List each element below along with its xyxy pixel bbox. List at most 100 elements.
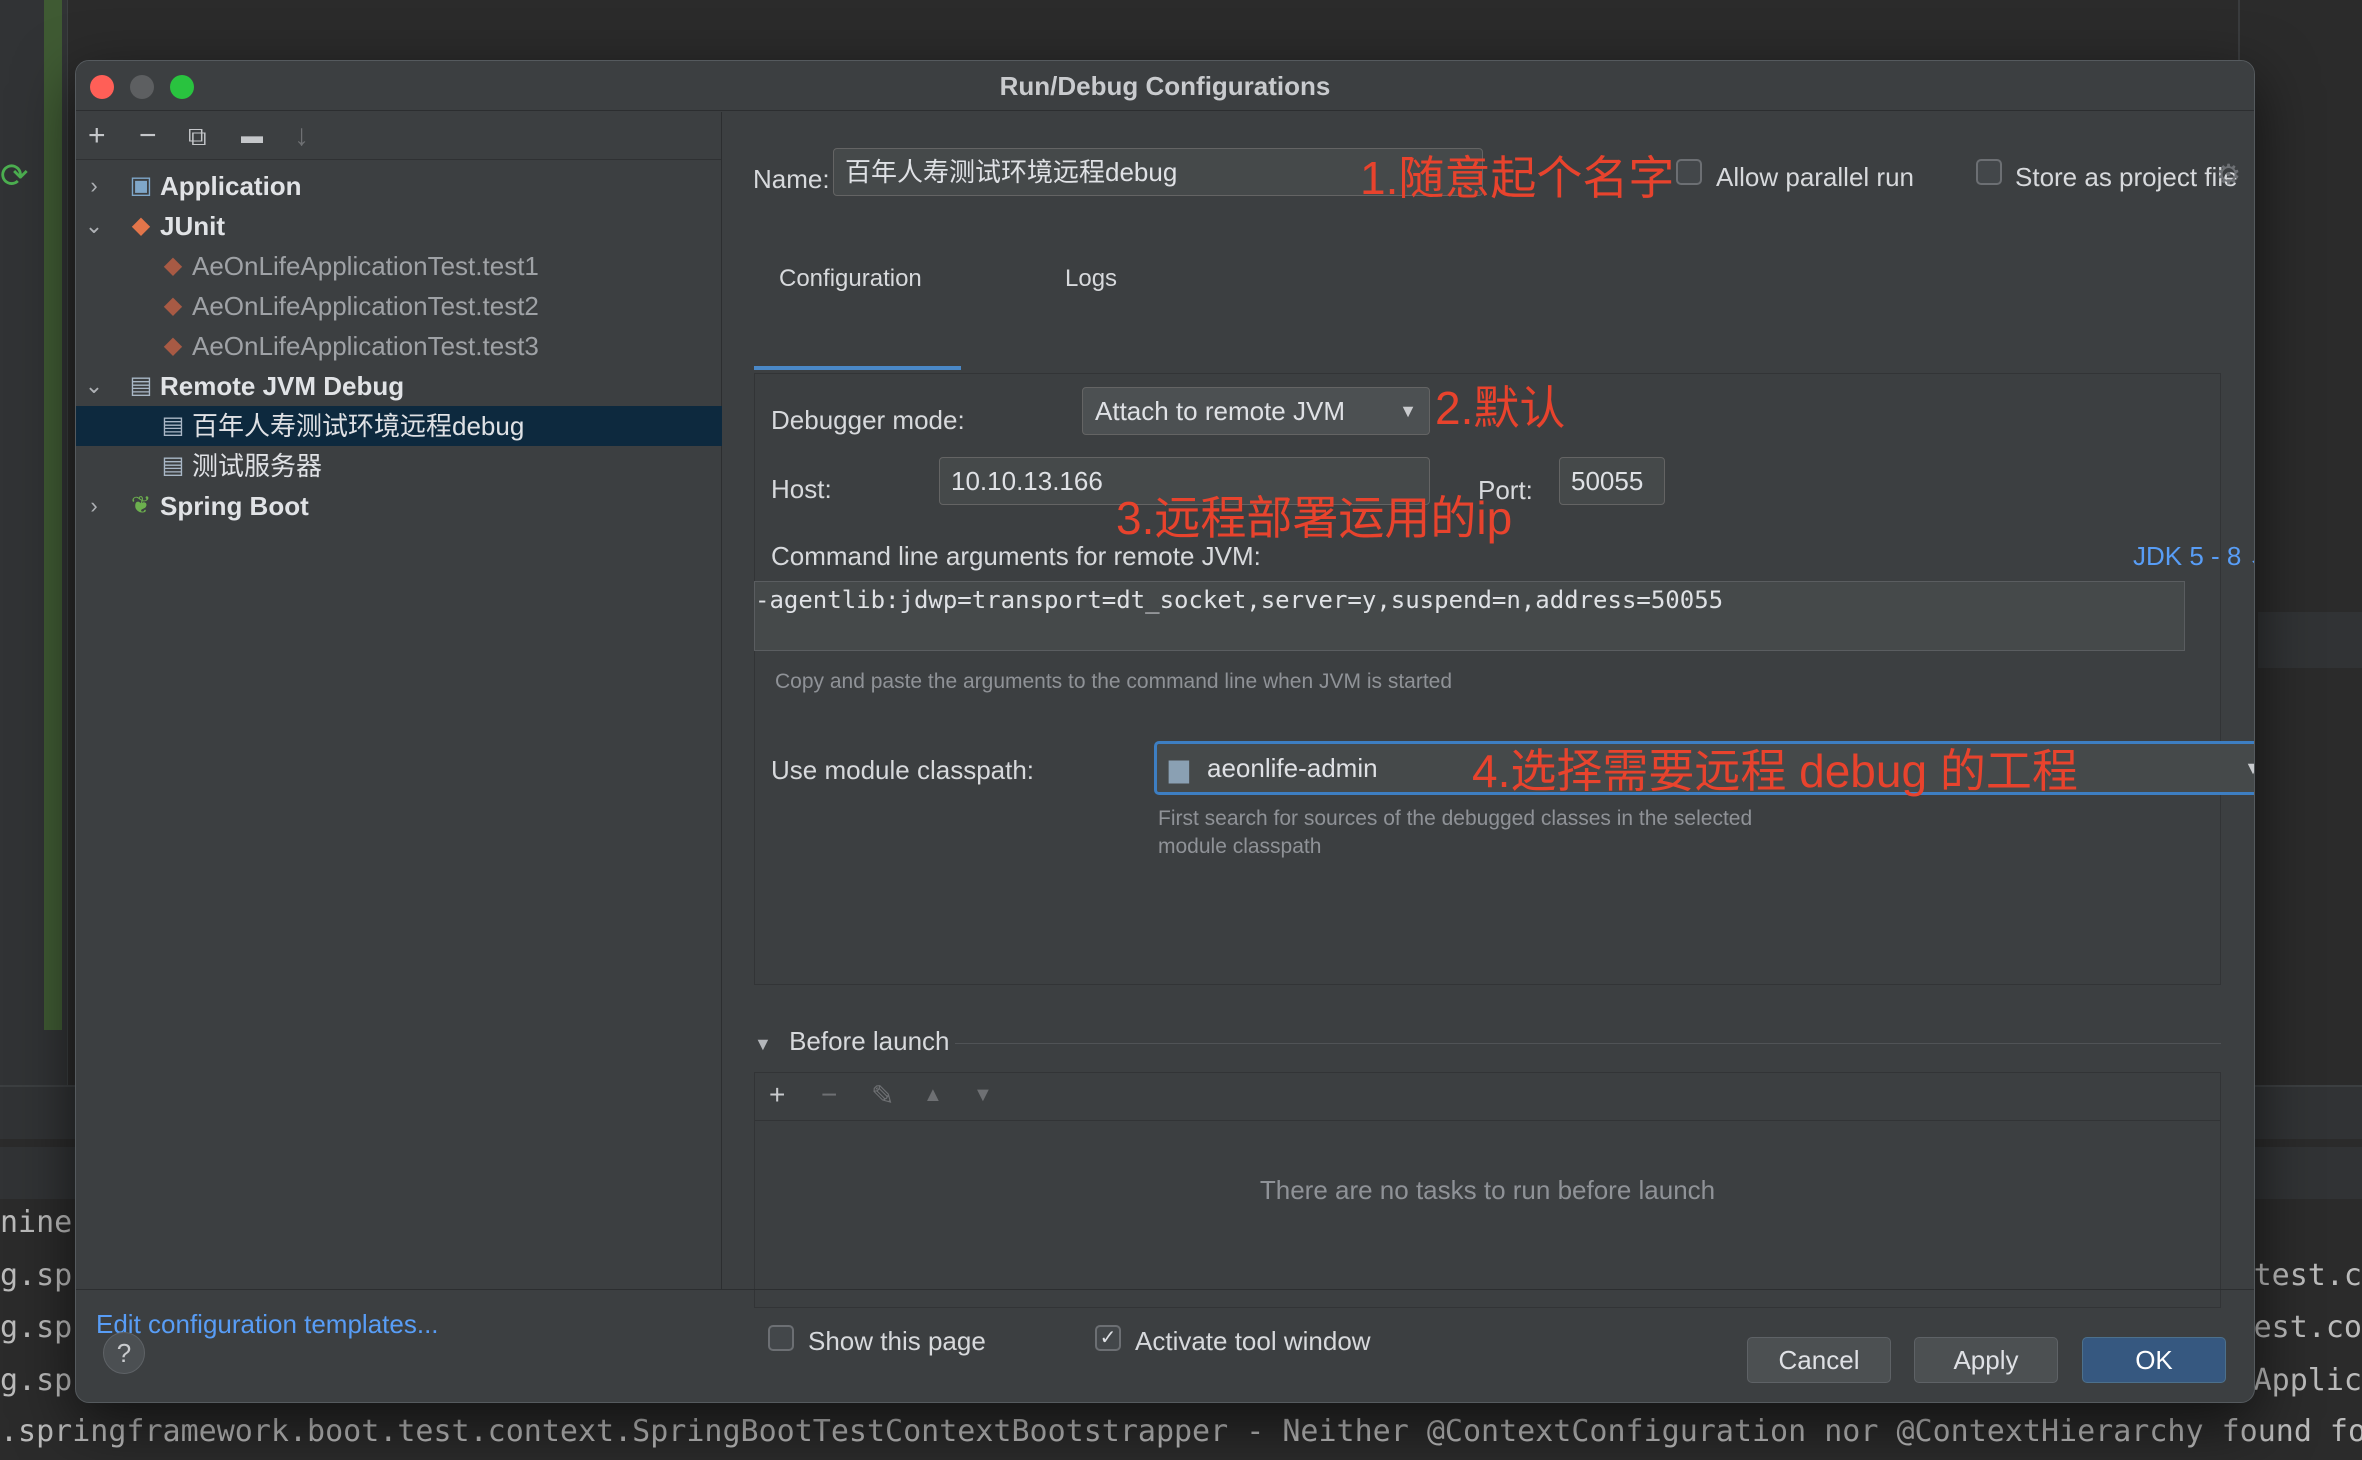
run-debug-dialog: Run/Debug Configurations + − ⧉ ▬ ↓ › ▣ App… [75,60,2255,1403]
cancel-button[interactable]: Cancel [1747,1337,1891,1383]
config-type-icon: ◆ [163,332,183,359]
edit-templates-link[interactable]: Edit configuration templates... [96,1309,439,1340]
tab-configuration[interactable]: Configuration [779,265,922,293]
module-classpath-hint-line1: First search for sources of the debugged… [1158,807,1753,830]
move-down-icon[interactable]: ▼ [973,1084,993,1107]
host-label: Host: [771,474,832,504]
before-launch-label: Before launch [789,1026,950,1056]
remove-task-icon[interactable]: − [821,1079,837,1111]
tree-item-label: AeOnLifeApplicationTest.test2 [192,291,539,321]
annotation-1: 1.随意起个名字 [1360,152,1675,204]
footer-divider [76,1289,2254,1290]
tab-logs[interactable]: Logs [1065,265,1117,293]
console-line: est.co [2253,1310,2362,1345]
annotation-2: 2.默认 [1435,382,1566,434]
move-up-icon[interactable]: ▲ [923,1084,943,1107]
help-button[interactable]: ? [103,1332,145,1374]
add-config-icon[interactable]: + [88,118,106,154]
triangle-down-icon: ▼ [754,1034,772,1054]
cmd-args-field[interactable]: -agentlib:jdwp=transport=dt_socket,serve… [754,581,2185,651]
before-launch-list: + − ✎ ▲ ▼ There are no tasks to run befo… [754,1072,2221,1308]
vcs-change-strip [44,0,62,1030]
tree-item[interactable]: ▤ 测试服务器 [76,446,722,486]
annotation-3: 3.远程部署运用的ip [1116,492,1513,544]
config-type-icon: ◆ [163,252,183,279]
chevron-right-icon[interactable]: › [84,486,104,526]
store-as-project-label[interactable]: Store as project file [2015,162,2238,193]
new-folder-icon[interactable]: ▬ [241,118,263,154]
name-label: Name: [753,164,830,194]
apply-button[interactable]: Apply [1914,1337,2058,1383]
chevron-down-icon[interactable]: ⌄ [84,366,104,406]
zoom-window-button[interactable] [170,75,194,99]
before-launch-divider [955,1043,2221,1044]
config-type-icon: ▤ [129,372,153,399]
cmd-args-hint: Copy and paste the arguments to the comm… [775,670,1453,693]
tree-toolbar: + − ⧉ ▬ ↓ [76,112,721,160]
chevron-down-icon: ▼ [2244,744,2254,792]
sort-icon[interactable]: ↓ [294,118,309,154]
show-this-page-label[interactable]: Show this page [808,1326,986,1357]
debugger-mode-value: Attach to remote JVM [1095,396,1345,426]
before-launch-empty-text: There are no tasks to run before launch [1259,1175,1716,1205]
module-classpath-value: aeonlife-admin [1207,753,1378,783]
tree-item-label: AeOnLifeApplicationTest.test1 [192,251,539,281]
store-as-project-checkbox[interactable] [1976,159,2002,185]
annotation-4: 4.选择需要远程 debug 的工程 [1472,745,2078,797]
tree-item[interactable]: ◆ AeOnLifeApplicationTest.test3 [76,326,722,366]
allow-parallel-checkbox[interactable] [1676,159,1702,185]
dialog-title: Run/Debug Configurations [76,61,2254,111]
before-launch-header[interactable]: ▼ Before launch [754,1026,950,1057]
minimize-window-button[interactable] [130,75,154,99]
debugger-mode-select[interactable]: Attach to remote JVM ▼ [1082,387,1430,435]
module-classpath-hint-line2: module classpath [1158,835,1322,858]
debugger-mode-label: Debugger mode: [771,405,965,435]
port-field[interactable]: 50055 [1559,457,1665,505]
show-this-page-checkbox[interactable] [768,1325,794,1351]
ok-button[interactable]: OK [2082,1337,2226,1383]
config-type-icon: ◆ [163,292,183,319]
close-window-button[interactable] [90,75,114,99]
config-type-icon: ❦ [130,492,152,519]
tree-item[interactable]: ⌄ ◆ JUnit [76,206,722,246]
tree-item[interactable]: ◆ AeOnLifeApplicationTest.test1 [76,246,722,286]
active-tab-indicator [754,366,961,370]
chevron-down-icon: ▼ [1399,401,1417,421]
edit-task-icon[interactable]: ✎ [871,1079,894,1112]
tree-item[interactable]: › ❦ Spring Boot [76,486,722,526]
tree-item-label: 百年人寿测试环境远程debug [192,411,525,441]
copy-config-icon[interactable]: ⧉ [188,118,207,154]
console-bottom-line: .springframework.boot.test.context.Sprin… [0,1414,2362,1449]
gear-icon[interactable]: ⚙ [2216,158,2241,191]
tree-item[interactable]: › ▣ Application [76,166,722,206]
tree-item-label: JUnit [160,211,225,241]
chevron-down-icon[interactable]: ⌄ [84,206,104,246]
jdk-version-label: JDK 5 - 8 [2133,541,2242,571]
folder-icon: ▆ [1169,753,1189,783]
before-launch-toolbar: + − ✎ ▲ ▼ [755,1073,2220,1121]
console-line: Applic [2253,1363,2362,1398]
tree-item-label: 测试服务器 [192,451,323,481]
console-line: test.c [2253,1258,2362,1293]
tree-item-label: Spring Boot [160,491,309,521]
allow-parallel-label[interactable]: Allow parallel run [1716,162,1914,193]
config-editor: Name: 百年人寿测试环境远程debug Allow parallel run… [723,112,2254,1356]
jdk-version-link[interactable]: JDK 5 - 8 ⌄ [2133,541,2254,572]
activate-tool-window-label[interactable]: Activate tool window [1135,1326,1371,1357]
tree-item[interactable]: ◆ AeOnLifeApplicationTest.test2 [76,286,722,326]
tree-item-label: Remote JVM Debug [160,371,405,401]
tree-item-label: Application [160,171,302,201]
activate-tool-window-checkbox[interactable]: ✓ [1095,1325,1121,1351]
config-type-icon: ▤ [161,452,185,479]
tree-item[interactable]: ▤ 百年人寿测试环境远程debug [76,406,722,446]
chevron-down-icon: ⌄ [2249,549,2254,569]
background-panel-band [2258,612,2362,668]
remove-config-icon[interactable]: − [139,118,157,154]
add-task-icon[interactable]: + [769,1079,785,1111]
tree-item[interactable]: ⌄ ▤ Remote JVM Debug [76,366,722,406]
run-gutter-icon[interactable]: ⟳ [0,156,29,196]
config-type-icon: ◆ [131,212,151,239]
chevron-right-icon[interactable]: › [84,166,104,206]
tree-item-label: AeOnLifeApplicationTest.test3 [192,331,539,361]
module-classpath-label: Use module classpath: [771,755,1035,785]
